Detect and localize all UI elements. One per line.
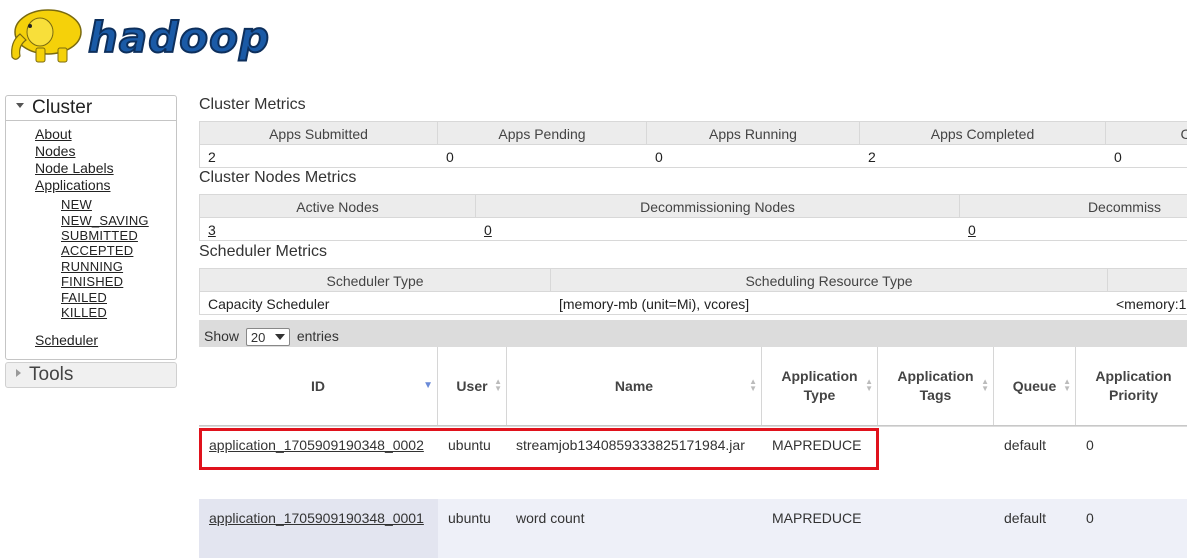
table-row[interactable]: application_1705909190348_0001 ubuntu wo… bbox=[199, 499, 1187, 558]
cluster-metrics-header-row: Apps Submitted Apps Pending Apps Running… bbox=[200, 122, 1187, 145]
show-label: Show bbox=[204, 328, 240, 344]
sort-icon: ▲ ▼ bbox=[981, 377, 989, 393]
metric-value: 0 bbox=[1114, 149, 1122, 165]
column-header-id[interactable]: ID ▼ bbox=[199, 347, 438, 425]
hadoop-wordmark: hadoop bbox=[88, 13, 270, 62]
nav-state-running[interactable]: RUNNING bbox=[61, 259, 123, 274]
sort-icon: ▲ ▼ bbox=[1063, 377, 1071, 393]
type-cell: MAPREDUCE bbox=[772, 510, 862, 526]
metric-value: 0 bbox=[655, 149, 663, 165]
sort-icon: ▲ ▼ bbox=[865, 377, 873, 393]
decommissioning-nodes-link[interactable]: 0 bbox=[476, 218, 492, 240]
sort-icon: ▲ ▼ bbox=[494, 377, 502, 393]
column-header-user[interactable]: User ▲ ▼ bbox=[438, 347, 507, 425]
sort-descending-icon: ▼ bbox=[423, 380, 433, 391]
nav-about[interactable]: About bbox=[35, 126, 72, 142]
metric-header: Decommiss bbox=[960, 195, 1187, 217]
column-header-name[interactable]: Name ▲ ▼ bbox=[507, 347, 762, 425]
queue-cell: default bbox=[1004, 510, 1047, 526]
column-label: Application Priority bbox=[1095, 368, 1172, 403]
entries-select[interactable]: 20 bbox=[245, 328, 290, 347]
nav-state-killed[interactable]: KILLED bbox=[61, 305, 107, 320]
column-header-application-tags[interactable]: Application Tags ▲ ▼ bbox=[878, 347, 994, 425]
nav-state-finished[interactable]: FINISHED bbox=[61, 274, 123, 289]
application-id-link[interactable]: application_1705909190348_0001 bbox=[209, 508, 424, 528]
highlight-box bbox=[199, 428, 879, 470]
table-header: ID ▼ User ▲ ▼ Name ▲ ▼ Application Type ▲ ▼ … bbox=[199, 347, 1187, 426]
nav-state-accepted[interactable]: ACCEPTED bbox=[61, 243, 133, 258]
nav-state-submitted[interactable]: SUBMITTED bbox=[61, 228, 138, 243]
tools-label: Tools bbox=[29, 364, 74, 385]
priority-cell: 0 bbox=[1086, 437, 1094, 453]
column-label: Application Tags bbox=[897, 368, 974, 403]
scheduler-metrics-header-row: Scheduler Type Scheduling Resource Type bbox=[200, 269, 1187, 292]
decommissioned-nodes-link[interactable]: 0 bbox=[960, 218, 976, 240]
column-label: Queue bbox=[1012, 377, 1057, 394]
metric-value: 2 bbox=[208, 149, 216, 165]
entries-select-value: 20 bbox=[250, 330, 266, 346]
entries-label: entries bbox=[296, 328, 339, 344]
metric-header: Decommissioning Nodes bbox=[476, 195, 960, 217]
sort-icon: ▲ ▼ bbox=[749, 377, 757, 393]
metric-header: C bbox=[1106, 122, 1187, 144]
cluster-metrics-title: Cluster Metrics bbox=[199, 96, 306, 113]
nav-scheduler[interactable]: Scheduler bbox=[35, 332, 98, 348]
column-label: User bbox=[456, 377, 488, 394]
cluster-panel-header[interactable]: Cluster bbox=[6, 96, 176, 121]
metric-value: 0 bbox=[446, 149, 454, 165]
priority-cell: 0 bbox=[1086, 510, 1094, 526]
column-label: ID bbox=[311, 377, 325, 394]
nav-applications[interactable]: Applications bbox=[35, 177, 111, 193]
metric-header: Active Nodes bbox=[200, 195, 476, 217]
nodes-metrics-header-row: Active Nodes Decommissioning Nodes Decom… bbox=[200, 195, 1187, 218]
chevron-down-icon bbox=[16, 103, 24, 109]
chevron-right-icon bbox=[16, 368, 21, 377]
cluster-label: Cluster bbox=[32, 97, 93, 118]
metric-header: Apps Submitted bbox=[200, 122, 438, 144]
user-cell: ubuntu bbox=[448, 510, 491, 526]
nodes-metrics-table: Active Nodes Decommissioning Nodes Decom… bbox=[199, 194, 1187, 241]
metric-header bbox=[1108, 269, 1187, 291]
nav-state-failed[interactable]: FAILED bbox=[61, 290, 107, 305]
hadoop-elephant-icon: hadoop bbox=[11, 9, 270, 63]
column-header-application-type[interactable]: Application Type ▲ ▼ bbox=[762, 347, 878, 425]
active-nodes-link[interactable]: 3 bbox=[200, 218, 216, 240]
scheduler-metrics-value-row: Capacity Scheduler [memory-mb (unit=Mi),… bbox=[200, 292, 1187, 314]
nav-state-new-saving[interactable]: NEW_SAVING bbox=[61, 213, 149, 228]
column-header-queue[interactable]: Queue ▲ ▼ bbox=[994, 347, 1076, 425]
cluster-metrics-table: Apps Submitted Apps Pending Apps Running… bbox=[199, 121, 1187, 168]
metric-header: Scheduler Type bbox=[200, 269, 551, 291]
metric-header: Apps Running bbox=[647, 122, 860, 144]
tools-panel-header[interactable]: Tools bbox=[6, 363, 176, 387]
cluster-panel: Cluster About Nodes Node Labels Applicat… bbox=[5, 95, 177, 360]
column-header-application-priority[interactable]: Application Priority bbox=[1076, 347, 1187, 425]
scheduler-metrics-table: Scheduler Type Scheduling Resource Type … bbox=[199, 268, 1187, 315]
chevron-down-icon bbox=[274, 334, 285, 341]
metric-value: 2 bbox=[868, 149, 876, 165]
cluster-metrics-value-row: 2 0 0 2 0 bbox=[200, 145, 1187, 167]
nav-node-labels[interactable]: Node Labels bbox=[35, 160, 114, 176]
metric-value: <memory:1 bbox=[1116, 296, 1187, 312]
nav-state-new[interactable]: NEW bbox=[61, 197, 92, 212]
metric-header: Scheduling Resource Type bbox=[551, 269, 1108, 291]
column-label: Application Type bbox=[781, 368, 858, 403]
metric-header: Apps Pending bbox=[438, 122, 647, 144]
tools-panel[interactable]: Tools bbox=[5, 362, 177, 388]
nodes-metrics-value-row: 3 0 0 bbox=[200, 218, 1187, 240]
queue-cell: default bbox=[1004, 437, 1047, 453]
nodes-metrics-title: Cluster Nodes Metrics bbox=[199, 169, 357, 186]
metric-value: Capacity Scheduler bbox=[208, 296, 330, 312]
nav-nodes[interactable]: Nodes bbox=[35, 143, 75, 159]
hadoop-logo[interactable]: hadoop bbox=[6, 2, 306, 72]
column-label: Name bbox=[614, 377, 654, 394]
entries-control: Show 20 entries bbox=[204, 328, 339, 347]
metric-header: Apps Completed bbox=[860, 122, 1106, 144]
metric-value: [memory-mb (unit=Mi), vcores] bbox=[559, 296, 750, 312]
scheduler-metrics-title: Scheduler Metrics bbox=[199, 243, 328, 260]
name-cell: word count bbox=[516, 510, 585, 526]
